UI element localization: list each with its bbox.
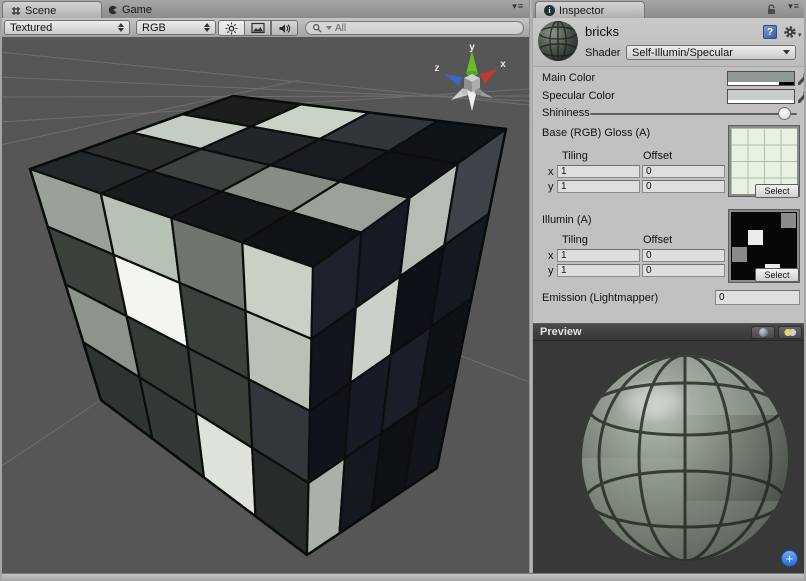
search-icon: [312, 23, 323, 34]
base-tiling-y-field[interactable]: 1: [557, 180, 640, 193]
two-lights-icon: [783, 327, 798, 338]
tab-scene-label: Scene: [25, 5, 56, 17]
illumin-map-label: Illumin (A): [542, 214, 592, 226]
preview-sphere[interactable]: [533, 341, 806, 573]
material-thumbnail-sphere[interactable]: [537, 20, 579, 62]
x-row-label: x: [548, 166, 554, 178]
tiling-header: Tiling: [562, 234, 588, 246]
scene-tabstrip: Scene Game ▾≡: [0, 0, 529, 19]
tab-inspector-label: Inspector: [559, 5, 604, 17]
skybox-toggle-button[interactable]: [244, 20, 271, 36]
textured-cube[interactable]: [30, 96, 506, 555]
speaker-icon: [278, 22, 291, 35]
inspector-pane-menu[interactable]: ▾≡: [788, 1, 800, 12]
window-bottom-strip: [0, 573, 806, 581]
inspector-panel: i Inspector ▾≡: [533, 0, 806, 573]
gear-caret-icon: ▾: [798, 31, 802, 39]
scene-viewport[interactable]: y x z: [0, 37, 529, 573]
shininess-label: Shininess: [542, 107, 590, 119]
offset-header: Offset: [643, 234, 672, 246]
search-filter-caret-icon: [326, 26, 332, 31]
scene-pane-menu[interactable]: ▾≡: [512, 1, 524, 12]
shader-label: Shader: [585, 47, 620, 59]
emission-label: Emission (Lightmapper): [542, 292, 658, 304]
main-color-swatch[interactable]: [727, 71, 795, 86]
cube-svg: [0, 37, 529, 573]
material-name: bricks: [585, 24, 619, 39]
emission-field[interactable]: 0: [715, 290, 800, 305]
base-offset-y-field[interactable]: 0: [642, 180, 725, 193]
shader-value: Self-Illumin/Specular: [632, 47, 733, 59]
gizmo-x-axis-cone[interactable]: [480, 69, 497, 84]
x-row-label: x: [548, 250, 554, 262]
y-row-label: y: [548, 265, 554, 277]
shininess-slider-handle[interactable]: [778, 107, 791, 120]
tiling-header: Tiling: [562, 150, 588, 162]
shininess-slider-track[interactable]: [590, 113, 797, 115]
gizmo-z-label: z: [435, 63, 440, 74]
specular-color-label: Specular Color: [542, 90, 615, 102]
settings-gear[interactable]: ▾: [783, 25, 802, 39]
updown-arrows-icon: [118, 23, 124, 32]
tab-scene[interactable]: Scene: [2, 1, 102, 19]
tab-game[interactable]: Game: [100, 1, 160, 18]
sphere-icon: [758, 327, 769, 338]
lighting-toggle-button[interactable]: [218, 20, 245, 36]
image-icon: [251, 22, 265, 34]
orientation-gizmo[interactable]: y x z: [429, 43, 515, 117]
gizmo-y-label: y: [469, 43, 475, 53]
illumin-offset-y-field[interactable]: 0: [642, 264, 725, 277]
audio-toggle-button[interactable]: [271, 20, 298, 36]
scene-toolbar: Textured RGB: [0, 18, 529, 38]
shader-dropdown[interactable]: Self-Illumin/Specular: [626, 45, 796, 60]
channel-dropdown[interactable]: RGB: [136, 20, 216, 35]
tab-game-label: Game: [122, 4, 152, 16]
main-color-label: Main Color: [542, 72, 595, 84]
material-header: bricks Shader Self-Illumin/Specular ? ▾: [533, 18, 806, 67]
search-scope-label: All: [335, 23, 346, 34]
gizmo-z-axis-cone[interactable]: [444, 74, 462, 86]
sun-icon: [225, 22, 238, 35]
illumin-tiling-y-field[interactable]: 1: [557, 264, 640, 277]
add-preview-button[interactable]: +: [781, 550, 798, 567]
window-left-edge: [0, 0, 2, 581]
gizmo-x-label: x: [500, 59, 506, 70]
preview-area[interactable]: +: [533, 341, 806, 573]
gizmo-y-axis-cone[interactable]: [466, 51, 478, 74]
scene-panel: Scene Game ▾≡ Textured RGB: [0, 0, 529, 573]
lock-icon[interactable]: [765, 3, 778, 16]
preview-header[interactable]: Preview: [533, 323, 806, 341]
grid-icon: [11, 6, 21, 16]
illumin-offset-x-field[interactable]: 0: [642, 249, 725, 262]
offset-header: Offset: [643, 150, 672, 162]
base-offset-x-field[interactable]: 0: [642, 165, 725, 178]
preview-title: Preview: [540, 326, 582, 338]
help-icon[interactable]: ?: [763, 25, 777, 39]
dropdown-caret-icon: [783, 50, 790, 55]
preview-lighting-button[interactable]: [778, 326, 802, 339]
render-mode-value: Textured: [10, 22, 52, 34]
tab-inspector[interactable]: i Inspector: [535, 1, 645, 19]
base-map-label: Base (RGB) Gloss (A): [542, 127, 650, 139]
base-tiling-x-field[interactable]: 1: [557, 165, 640, 178]
y-row-label: y: [548, 181, 554, 193]
updown-arrows-icon: [204, 23, 210, 32]
base-select-button[interactable]: Select: [755, 184, 799, 198]
illumin-tiling-x-field[interactable]: 1: [557, 249, 640, 262]
unity-editor-window: Scene Game ▾≡ Textured RGB: [0, 0, 806, 581]
specular-color-swatch[interactable]: [727, 89, 795, 104]
game-icon: [108, 5, 118, 15]
gear-icon: [783, 25, 797, 39]
inspector-tabstrip: i Inspector ▾≡: [533, 0, 806, 19]
render-mode-dropdown[interactable]: Textured: [4, 20, 130, 35]
channel-value: RGB: [142, 22, 166, 34]
preview-model-button[interactable]: [751, 326, 775, 339]
scene-search-input[interactable]: All: [305, 21, 524, 35]
info-icon: i: [544, 5, 555, 16]
illumin-select-button[interactable]: Select: [755, 268, 799, 282]
